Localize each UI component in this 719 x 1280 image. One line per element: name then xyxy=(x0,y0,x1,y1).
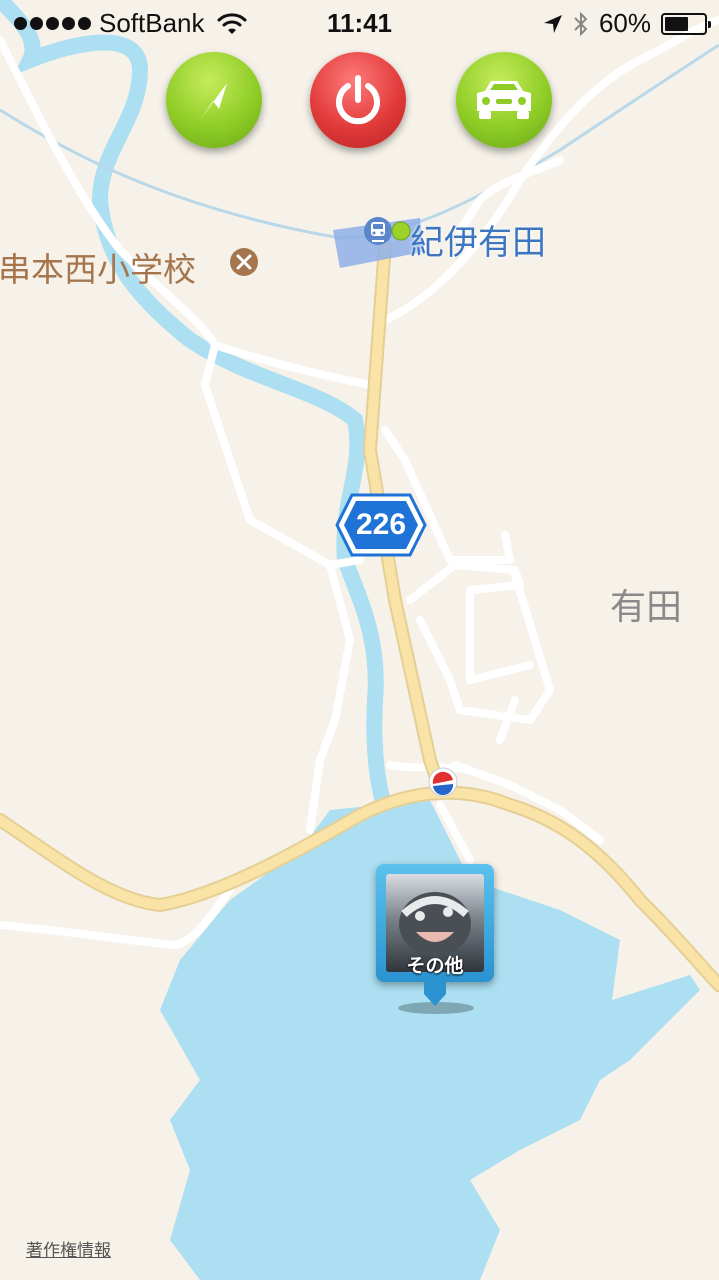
battery-percentage: 60% xyxy=(598,8,651,38)
pin-caption: その他 xyxy=(406,956,464,977)
location-dot xyxy=(391,221,411,241)
wifi-icon xyxy=(217,12,247,34)
status-bar: SoftBank 11:41 60% xyxy=(0,0,719,50)
navigate-button[interactable] xyxy=(166,52,262,148)
train-station-icon[interactable] xyxy=(364,217,392,245)
station-label[interactable]: 紀伊有田 xyxy=(410,215,546,264)
bluetooth-icon xyxy=(574,11,588,36)
car-button[interactable] xyxy=(456,52,552,148)
gas-station-icon[interactable] xyxy=(428,767,458,797)
battery-icon xyxy=(661,12,711,35)
power-icon xyxy=(336,75,380,125)
area-label: 有田 xyxy=(610,587,683,628)
route-number-label: 226 xyxy=(355,508,407,541)
navigation-arrow-icon xyxy=(201,83,227,119)
location-services-icon xyxy=(543,14,562,33)
car-icon xyxy=(477,81,531,119)
school-label: 串本西小学校 xyxy=(0,250,196,289)
copyright-link[interactable]: 著作権情報 xyxy=(26,1236,111,1261)
photo-pin[interactable]: その他 xyxy=(376,864,494,982)
pin-tip-icon xyxy=(424,980,446,1006)
power-button[interactable] xyxy=(310,52,406,148)
carrier-label: SoftBank xyxy=(99,8,205,38)
school-icon[interactable] xyxy=(230,248,258,276)
map-canvas[interactable] xyxy=(0,0,719,1280)
signal-strength-icon xyxy=(14,17,91,30)
